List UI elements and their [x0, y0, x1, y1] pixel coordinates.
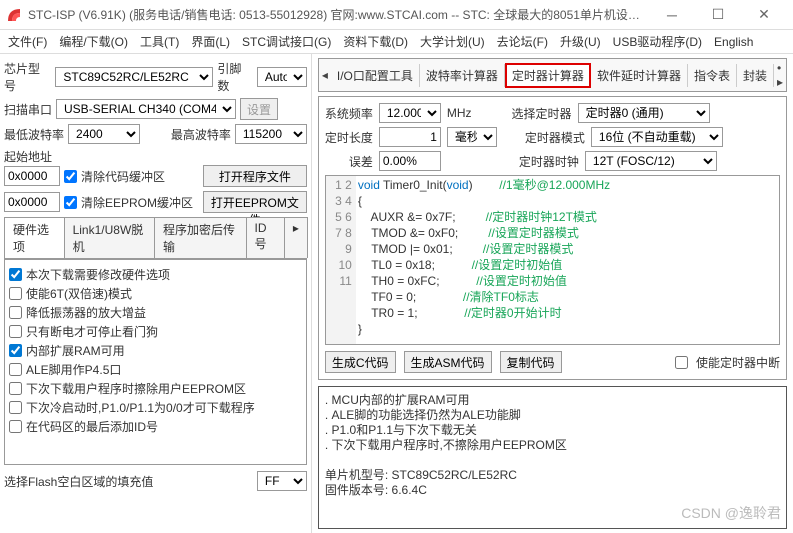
menubar: 文件(F) 编程/下载(O) 工具(T) 界面(L) STC调试接口(G) 资料… [0, 30, 793, 54]
menu-file[interactable]: 文件(F) [4, 31, 51, 52]
addr-label: 起始地址 [4, 150, 52, 164]
tab-io[interactable]: I/O口配置工具 [331, 64, 420, 87]
hw-check-label-6: 下次下载用户程序时擦除用户EEPROM区 [26, 380, 246, 397]
pin-label: 引脚数 [217, 60, 253, 94]
tmode-select[interactable]: 16位 (不自动重载) [591, 127, 723, 147]
tab-pack[interactable]: 封装 [737, 64, 774, 87]
menu-upgrade[interactable]: 升级(U) [556, 31, 605, 52]
chip-label: 芯片型号 [4, 60, 51, 94]
addr1-input[interactable] [4, 166, 60, 186]
minbaud-select[interactable]: 2400 [68, 124, 140, 144]
hw-check-0[interactable] [9, 268, 22, 281]
tab-baud[interactable]: 波特率计算器 [420, 64, 505, 87]
tab-delay[interactable]: 软件延时计算器 [591, 64, 688, 87]
menu-uni[interactable]: 大学计划(U) [416, 31, 489, 52]
hw-check-label-0: 本次下载需要修改硬件选项 [26, 266, 170, 283]
menu-debug[interactable]: STC调试接口(G) [238, 31, 335, 52]
err-value [379, 151, 441, 171]
menu-program[interactable]: 编程/下载(O) [55, 31, 132, 52]
menu-forum[interactable]: 去论坛(F) [493, 31, 552, 52]
tab-id[interactable]: ID号 [246, 217, 285, 258]
hw-check-label-7: 下次冷启动时,P1.0/P1.1为0/0才可下载程序 [26, 399, 255, 416]
port-select[interactable]: USB-SERIAL CH340 (COM43) [56, 99, 236, 119]
sysfreq-label: 系统频率 [325, 105, 373, 122]
menu-ui[interactable]: 界面(L) [187, 31, 234, 52]
gen-asm-button[interactable]: 生成ASM代码 [404, 351, 492, 373]
hw-check-label-3: 只有断电才可停止看门狗 [26, 323, 158, 340]
clear-code-checkbox[interactable] [64, 170, 77, 183]
hw-check-4[interactable] [9, 344, 22, 357]
main-tabs: ◂ I/O口配置工具 波特率计算器 定时器计算器 软件延时计算器 指令表 封装 … [318, 58, 787, 92]
hw-check-5[interactable] [9, 363, 22, 376]
hw-check-8[interactable] [9, 420, 22, 433]
gen-c-button[interactable]: 生成C代码 [325, 351, 396, 373]
hw-check-label-2: 降低振荡器的放大增益 [26, 304, 146, 321]
tab-nav-prev[interactable]: ◂ [319, 66, 331, 84]
hw-check-1[interactable] [9, 287, 22, 300]
tab-timer[interactable]: 定时器计算器 [505, 63, 591, 88]
port-settings-button[interactable]: 设置 [240, 98, 278, 120]
close-button[interactable]: ✕ [741, 0, 787, 30]
sysfreq-unit: MHz [447, 106, 472, 120]
tmode-label: 定时器模式 [525, 129, 585, 146]
select-timer-label: 选择定时器 [512, 105, 572, 122]
left-panel: 芯片型号 STC89C52RC/LE52RC 引脚数 Auto 扫描串口 USB… [0, 54, 312, 533]
flash-select[interactable]: FF [257, 471, 307, 491]
maxbaud-label: 最高波特率 [171, 126, 231, 143]
sysfreq-select[interactable]: 12.000 [379, 103, 441, 123]
chip-select[interactable]: STC89C52RC/LE52RC [55, 67, 213, 87]
menu-tools[interactable]: 工具(T) [136, 31, 183, 52]
port-label: 扫描串口 [4, 101, 52, 118]
hw-check-label-8: 在代码区的最后添加ID号 [26, 418, 158, 435]
open-eeprom-button[interactable]: 打开EEPROM文件 [203, 191, 307, 213]
tab-encrypt[interactable]: 程序加密后传输 [154, 217, 247, 258]
minbaud-label: 最低波特率 [4, 126, 64, 143]
hw-check-6[interactable] [9, 382, 22, 395]
pin-select[interactable]: Auto [257, 67, 307, 87]
select-timer[interactable]: 定时器0 (通用) [578, 103, 710, 123]
addr2-input[interactable] [4, 192, 60, 212]
open-program-button[interactable]: 打开程序文件 [203, 165, 307, 187]
tlen-unit[interactable]: 毫秒 [447, 127, 497, 147]
watermark: CSDN @逸聆君 [681, 503, 781, 523]
hw-check-3[interactable] [9, 325, 22, 338]
hw-check-7[interactable] [9, 401, 22, 414]
hw-check-label-1: 使能6T(双倍速)模式 [26, 285, 132, 302]
clear-eeprom-label: 清除EEPROM缓冲区 [81, 194, 193, 211]
menu-english[interactable]: English [710, 33, 757, 51]
hw-check-2[interactable] [9, 306, 22, 319]
menu-usb[interactable]: USB驱动程序(D) [609, 31, 706, 52]
hw-check-label-4: 内部扩展RAM可用 [26, 342, 125, 359]
clear-code-label: 清除代码缓冲区 [81, 168, 165, 185]
tab-instr[interactable]: 指令表 [688, 64, 737, 87]
maxbaud-select[interactable]: 115200 [235, 124, 307, 144]
maximize-button[interactable]: ☐ [695, 0, 741, 30]
right-panel: ◂ I/O口配置工具 波特率计算器 定时器计算器 软件延时计算器 指令表 封装 … [312, 54, 793, 533]
minimize-button[interactable]: ─ [649, 0, 695, 30]
tab-nav-next[interactable]: • ▸ [774, 59, 786, 91]
menu-download[interactable]: 资料下载(D) [339, 31, 412, 52]
window-title: STC-ISP (V6.91K) (服务电话/销售电话: 0513-550129… [28, 6, 649, 23]
err-label: 误差 [349, 153, 373, 170]
tlen-input[interactable] [379, 127, 441, 147]
app-logo-icon [6, 7, 22, 23]
left-tabs: 硬件选项 Link1/U8W脱机 程序加密后传输 ID号 ▸ [4, 217, 307, 259]
tab-more[interactable]: ▸ [284, 217, 308, 258]
tclk-select[interactable]: 12T (FOSC/12) [585, 151, 717, 171]
titlebar: STC-ISP (V6.91K) (服务电话/销售电话: 0513-550129… [0, 0, 793, 30]
hw-check-label-5: ALE脚用作P4.5口 [26, 361, 121, 378]
clear-eeprom-checkbox[interactable] [64, 196, 77, 209]
tab-hw[interactable]: 硬件选项 [4, 217, 65, 258]
enable-int-label: 使能定时器中断 [696, 354, 780, 371]
tlen-label: 定时长度 [325, 129, 373, 146]
hw-options: 本次下载需要修改硬件选项使能6T(双倍速)模式降低振荡器的放大增益只有断电才可停… [4, 259, 307, 465]
copy-code-button[interactable]: 复制代码 [500, 351, 562, 373]
code-view: 1 2 3 4 5 6 7 8 9 10 11 void Timer0_Init… [325, 175, 780, 345]
enable-int-checkbox[interactable] [675, 356, 688, 369]
tab-link[interactable]: Link1/U8W脱机 [64, 217, 155, 258]
timer-panel: 系统频率 12.000 MHz 选择定时器 定时器0 (通用) 定时长度 毫秒 … [318, 96, 787, 380]
tclk-label: 定时器时钟 [519, 153, 579, 170]
flash-label: 选择Flash空白区域的填充值 [4, 473, 153, 490]
